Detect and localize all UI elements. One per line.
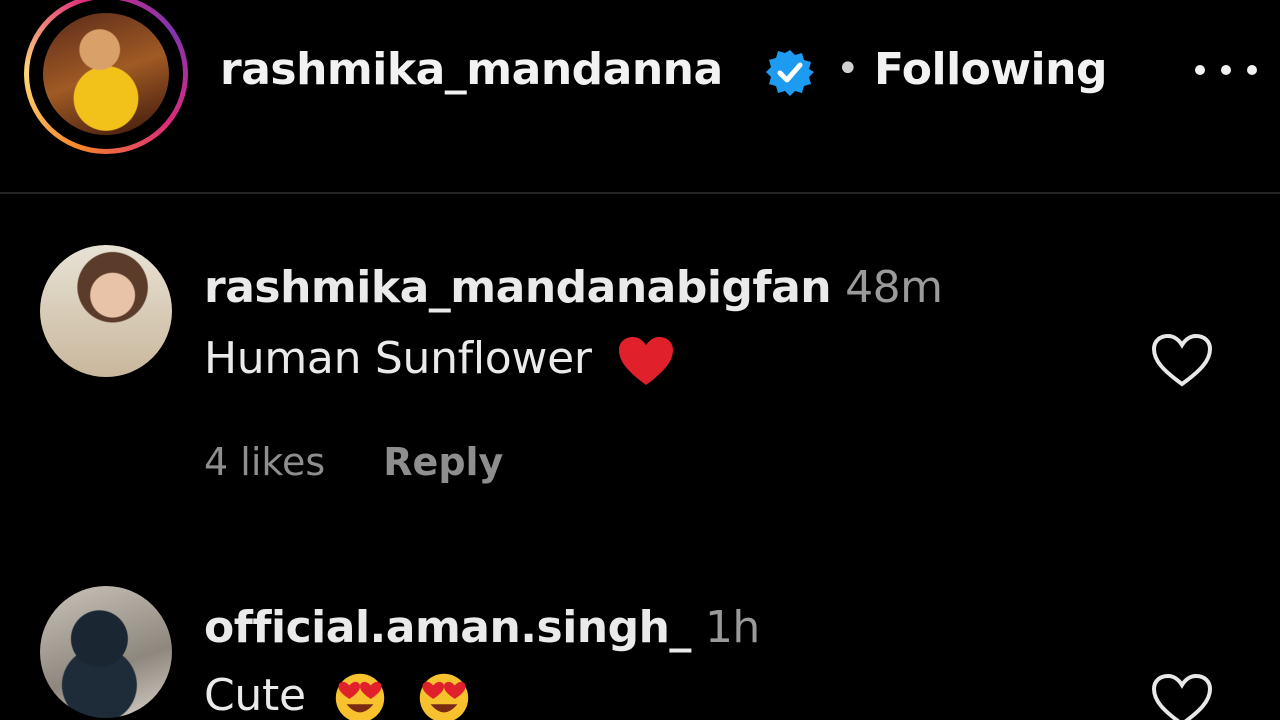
like-count[interactable]: 4 likes xyxy=(204,440,325,484)
post-header: rashmika_mandanna • Following xyxy=(0,0,1280,154)
comments-page: rashmika_mandanna • Following rashmika_m… xyxy=(0,0,1280,720)
reply-button[interactable]: Reply xyxy=(383,440,503,484)
avatar[interactable] xyxy=(40,245,172,377)
story-ring[interactable] xyxy=(24,0,188,154)
more-options-icon[interactable] xyxy=(1186,48,1266,92)
avatar xyxy=(43,13,169,135)
avatar[interactable] xyxy=(40,586,172,718)
following-button[interactable]: Following xyxy=(874,44,1107,95)
verified-badge-icon xyxy=(766,50,814,96)
comment-time: 48m xyxy=(845,262,943,313)
like-heart-icon[interactable] xyxy=(1150,672,1214,720)
separator-dot: • xyxy=(836,46,860,92)
heart-eyes-emoji-icon xyxy=(419,673,469,720)
comment-text: Human Sunflower xyxy=(204,333,592,384)
header-divider xyxy=(0,192,1280,194)
comment-username[interactable]: official.aman.singh_ xyxy=(204,602,691,653)
heart-eyes-emoji-icon xyxy=(336,673,385,720)
heart-emoji-icon xyxy=(619,337,674,385)
comment-time: 1h xyxy=(704,602,760,653)
comment-username[interactable]: rashmika_mandanabigfan xyxy=(204,262,832,313)
like-heart-icon[interactable] xyxy=(1150,332,1214,388)
header-username[interactable]: rashmika_mandanna xyxy=(220,44,723,95)
comment-text: Cute xyxy=(204,670,306,720)
